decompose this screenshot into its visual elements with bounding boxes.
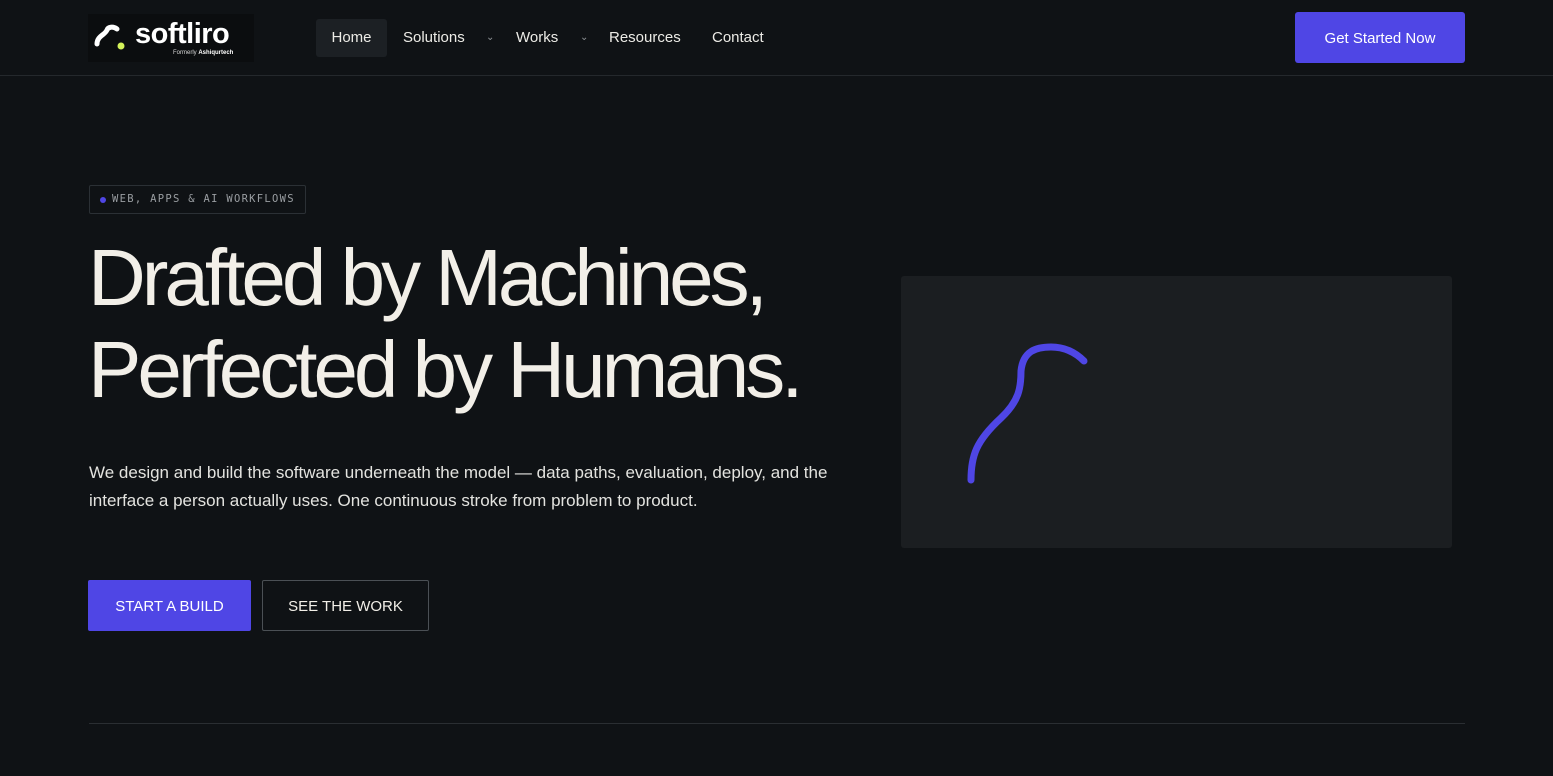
section-divider bbox=[89, 723, 1465, 724]
softliro-mark-icon bbox=[94, 24, 125, 50]
tag-dot-icon bbox=[100, 197, 106, 203]
hero-headline: Drafted by Machines, Perfected by Humans… bbox=[88, 232, 888, 416]
nav-contact[interactable]: Contact bbox=[712, 19, 764, 57]
start-build-button[interactable]: START A BUILD bbox=[88, 580, 251, 631]
nav-resources[interactable]: Resources bbox=[609, 19, 681, 57]
hero-tag-label: WEB, APPS & AI WORKFLOWS bbox=[112, 193, 295, 205]
brush-stroke-graphic bbox=[967, 343, 1088, 484]
hero-description: We design and build the software underne… bbox=[89, 463, 828, 510]
see-work-button[interactable]: SEE THE WORK bbox=[262, 580, 429, 631]
brand-subtitle: Formerly Ashiqurtech bbox=[173, 50, 234, 56]
nav-solutions[interactable]: Solutions bbox=[403, 19, 465, 57]
headline-line-1: Drafted by Machines, bbox=[88, 233, 768, 322]
hero-tag: WEB, APPS & AI WORKFLOWS bbox=[89, 185, 306, 214]
chevron-down-icon[interactable]: ⌄ bbox=[486, 19, 494, 57]
nav-works[interactable]: Works bbox=[516, 19, 558, 57]
get-started-button[interactable]: Get Started Now bbox=[1295, 12, 1465, 63]
nav-home[interactable]: Home bbox=[316, 19, 387, 57]
headline-line-2: Perfected by Humans. bbox=[88, 325, 803, 414]
brand-logo[interactable]: softliro Formerly Ashiqurtech bbox=[88, 14, 254, 62]
chevron-down-icon[interactable]: ⌄ bbox=[580, 19, 588, 57]
brand-wordmark: softliro bbox=[135, 18, 230, 50]
site-header: softliro Formerly Ashiqurtech Home Solut… bbox=[0, 0, 1553, 76]
hero-visual-panel bbox=[901, 276, 1452, 548]
